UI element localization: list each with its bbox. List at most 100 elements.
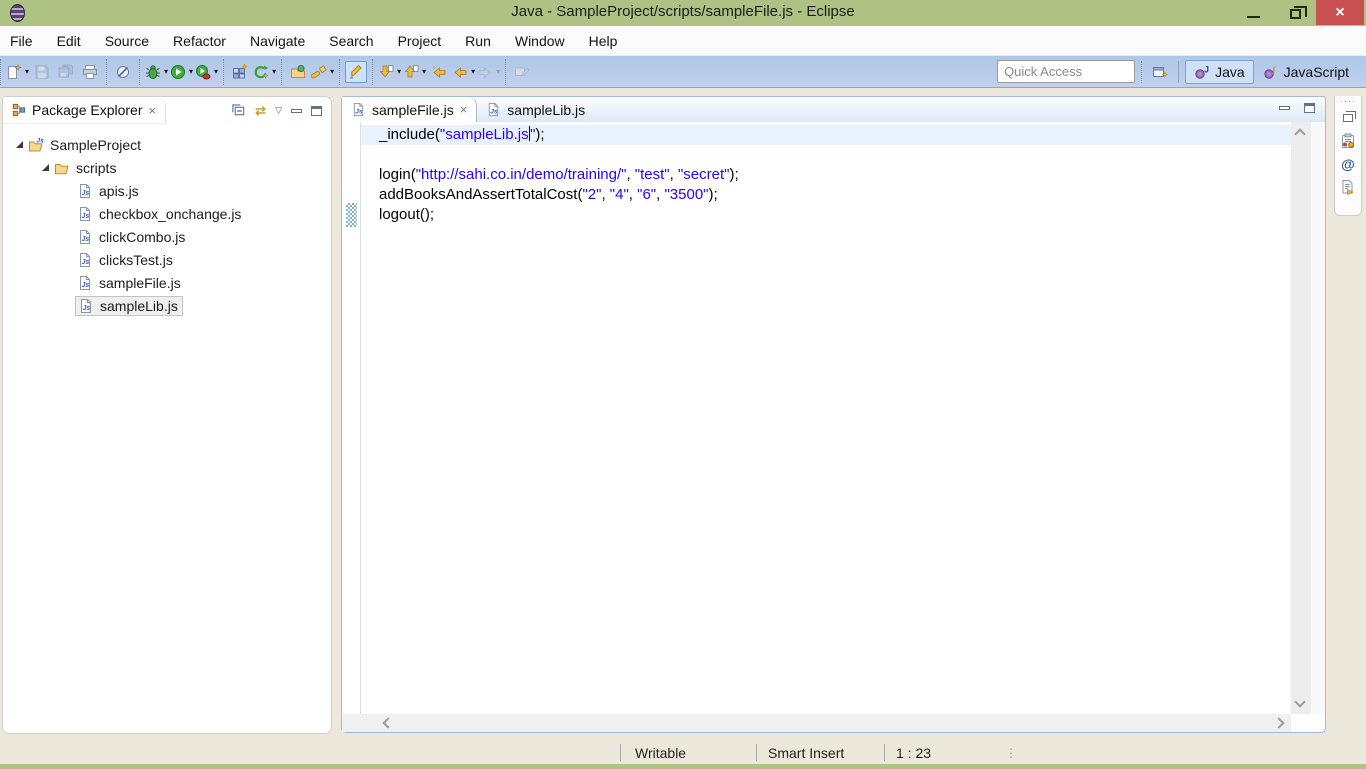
- collapse-all-button[interactable]: [231, 103, 246, 118]
- menu-navigate[interactable]: Navigate: [238, 29, 317, 53]
- menu-refactor[interactable]: Refactor: [161, 29, 238, 53]
- tree-item-project[interactable]: Js SampleProject: [3, 133, 331, 156]
- coverage-button[interactable]: ▾: [195, 61, 218, 83]
- overview-ruler[interactable]: [1311, 122, 1325, 714]
- code-line[interactable]: logout();: [361, 205, 1291, 225]
- dropdown-caret-icon[interactable]: ▾: [189, 68, 193, 76]
- minimize-view-button[interactable]: [291, 109, 302, 113]
- title-bar: Java - SampleProject/scripts/sampleFile.…: [0, 0, 1366, 26]
- open-element-button[interactable]: [287, 61, 309, 83]
- expand-arrow-icon[interactable]: [42, 164, 49, 171]
- save-button[interactable]: [31, 61, 53, 83]
- horizontal-scrollbar[interactable]: [342, 714, 1291, 732]
- scroll-up-icon[interactable]: [1294, 128, 1305, 139]
- scroll-right-icon[interactable]: [1273, 717, 1284, 728]
- dropdown-caret-icon[interactable]: ▾: [471, 68, 475, 76]
- maximize-editor-button[interactable]: [1304, 103, 1315, 113]
- next-annotation-button[interactable]: ▾: [378, 61, 401, 83]
- code-string: "3500": [664, 186, 708, 203]
- forward-button[interactable]: ▾: [477, 61, 500, 83]
- toolbar-group-open: ▾: [281, 59, 339, 85]
- minimize-editor-button[interactable]: [1279, 106, 1290, 110]
- package-explorer-panel: Package Explorer × ⇄ ▽ Js SampleProject: [2, 96, 332, 734]
- new-java-project-button[interactable]: [229, 61, 251, 83]
- perspective-java-button[interactable]: J Java: [1185, 60, 1254, 84]
- package-explorer-tab[interactable]: Package Explorer ×: [3, 98, 166, 124]
- drag-handle-icon[interactable]: ····: [1340, 97, 1356, 105]
- close-button[interactable]: ×: [1316, 0, 1364, 25]
- dropdown-caret-icon[interactable]: ▾: [397, 68, 401, 76]
- new-class-button[interactable]: ▾: [253, 61, 276, 83]
- tree-item-file-selected[interactable]: Js sampleLib.js: [3, 294, 331, 317]
- status-drag-handle-icon: ⋮: [1005, 746, 1017, 760]
- menu-source[interactable]: Source: [93, 29, 161, 53]
- tree-item-file[interactable]: Js apis.js: [3, 179, 331, 202]
- tab-samplelib[interactable]: Js sampleLib.js: [477, 97, 594, 122]
- editor-gutter[interactable]: [342, 122, 361, 714]
- minimize-button[interactable]: [1232, 0, 1274, 25]
- link-arrows-icon: ⇄: [255, 103, 266, 118]
- code-string: "6": [637, 186, 656, 203]
- dropdown-caret-icon[interactable]: ▾: [214, 68, 218, 76]
- code-line[interactable]: _include("sampleLib.js");: [361, 125, 1291, 145]
- code-line[interactable]: [361, 145, 1291, 165]
- tree-item-file[interactable]: Js sampleFile.js: [3, 271, 331, 294]
- open-perspective-button[interactable]: [1149, 61, 1171, 83]
- close-view-icon[interactable]: ×: [149, 104, 157, 117]
- dropdown-caret-icon[interactable]: ▾: [272, 68, 276, 76]
- expand-arrow-icon[interactable]: [16, 141, 23, 148]
- new-wizard-button[interactable]: ▾: [6, 61, 29, 83]
- dropdown-caret-icon[interactable]: ▾: [25, 68, 29, 76]
- mark-occurrences-toggle[interactable]: [345, 61, 367, 83]
- tree-item-folder[interactable]: scripts: [3, 156, 331, 179]
- menu-help[interactable]: Help: [577, 29, 630, 53]
- tab-samplefile[interactable]: Js sampleFile.js ×: [342, 97, 477, 122]
- toolbar-group-link: [505, 59, 538, 85]
- code-editor[interactable]: _include("sampleLib.js"); login("http://…: [361, 122, 1291, 714]
- search-icon: [311, 64, 327, 80]
- code-line[interactable]: addBooksAndAssertTotalCost("2", "4", "6"…: [361, 185, 1291, 205]
- restore-button[interactable]: [1274, 0, 1316, 25]
- quick-access-input[interactable]: [997, 60, 1135, 83]
- back-button[interactable]: ▾: [452, 61, 475, 83]
- tree-item-label: scripts: [76, 160, 116, 176]
- dropdown-caret-icon[interactable]: ▾: [164, 68, 168, 76]
- scroll-down-icon[interactable]: [1294, 696, 1305, 707]
- tree-item-file[interactable]: Js clickCombo.js: [3, 225, 331, 248]
- editor-area: Js sampleFile.js × Js sampleLib.js _incl…: [341, 96, 1326, 733]
- link-with-editor-button[interactable]: [511, 61, 533, 83]
- new-wizard-icon: [6, 64, 22, 80]
- maximize-view-button[interactable]: [311, 106, 322, 116]
- debug-button[interactable]: ▾: [145, 61, 168, 83]
- close-tab-icon[interactable]: ×: [460, 103, 468, 116]
- perspective-javascript-button[interactable]: ʃ JavaScript: [1254, 60, 1358, 84]
- menu-window[interactable]: Window: [503, 29, 577, 53]
- print-button[interactable]: [79, 61, 101, 83]
- dropdown-caret-icon[interactable]: ▾: [330, 68, 334, 76]
- tree-item-file[interactable]: Js checkbox_onchange.js: [3, 202, 331, 225]
- vertical-scrollbar[interactable]: [1291, 122, 1311, 714]
- view-menu-button[interactable]: ▽: [275, 105, 282, 116]
- menu-file[interactable]: File: [8, 29, 45, 53]
- script-explorer-view-button[interactable]: [1338, 177, 1358, 197]
- code-line[interactable]: login("http://sahi.co.in/demo/training/"…: [361, 165, 1291, 185]
- menu-search[interactable]: Search: [317, 29, 385, 53]
- task-list-view-button[interactable]: [1338, 131, 1358, 151]
- save-all-button[interactable]: [55, 61, 77, 83]
- skip-breakpoints-button[interactable]: [112, 61, 134, 83]
- search-button[interactable]: ▾: [311, 61, 334, 83]
- scroll-left-icon[interactable]: [382, 717, 393, 728]
- previous-annotation-button[interactable]: ▾: [403, 61, 426, 83]
- dropdown-caret-icon[interactable]: ▾: [422, 68, 426, 76]
- restore-views-button[interactable]: [1338, 108, 1358, 128]
- menu-project[interactable]: Project: [386, 29, 454, 53]
- last-edit-location-button[interactable]: [428, 61, 450, 83]
- documentation-view-button[interactable]: @: [1338, 154, 1358, 174]
- run-button[interactable]: ▾: [170, 61, 193, 83]
- link-with-editor-toggle[interactable]: ⇄: [255, 103, 266, 119]
- dropdown-caret-icon[interactable]: ▾: [496, 68, 500, 76]
- menu-run[interactable]: Run: [453, 29, 503, 53]
- svg-text:J: J: [1204, 64, 1209, 74]
- tree-item-file[interactable]: Js clicksTest.js: [3, 248, 331, 271]
- menu-edit[interactable]: Edit: [45, 29, 93, 53]
